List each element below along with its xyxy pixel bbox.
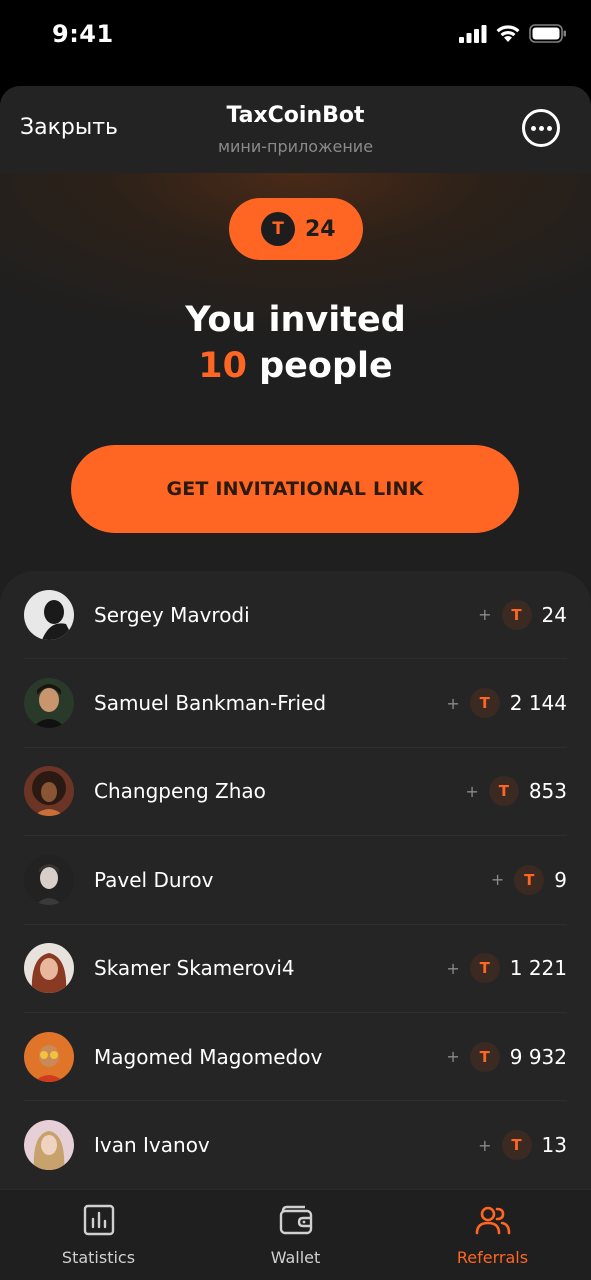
referral-row[interactable]: Changpeng Zhao + T 853 [24,748,567,837]
referral-row[interactable]: Sergey Mavrodi + T 24 [24,571,567,660]
invite-count-line: 10 people [0,346,591,386]
avatar [24,854,74,905]
mini-app-sheet: Закрыть TaxCoinBot мини-приложение T 24 … [0,86,591,1280]
tab-statistics[interactable]: Statistics [0,1190,197,1280]
wifi-icon [496,25,520,42]
referral-reward: + T 2 144 [446,688,567,719]
status-bar: 9:41 [0,0,591,86]
get-invitational-link-button[interactable]: GET INVITATIONAL LINK [71,445,519,533]
reward-amount: 9 932 [509,1044,567,1069]
avatar [24,1120,74,1171]
invite-button-label: GET INVITATIONAL LINK [166,478,424,500]
status-time: 9:41 [52,20,114,48]
tab-label: Statistics [61,1248,136,1267]
coin-icon: T [501,599,532,630]
plus-sign: + [446,958,460,978]
more-options-button[interactable] [522,109,560,147]
referral-row[interactable]: Samuel Bankman-Fried + T 2 144 [24,659,567,748]
plus-sign: + [446,693,460,713]
avatar [24,678,74,729]
referrals-list: Sergey Mavrodi + T 24 Samuel Bankman-Fri… [0,571,591,1280]
balance-badge: T 24 [229,198,363,260]
plus-sign: + [465,781,479,801]
coin-icon: T [469,688,500,719]
reward-amount: 24 [541,602,567,627]
users-icon [475,1202,511,1238]
referral-row[interactable]: Pavel Durov + T 9 [24,836,567,925]
avatar [24,1031,74,1082]
invite-people-label: people [259,346,393,386]
referral-reward: + T 9 932 [446,1041,567,1072]
invite-count: 10 [198,346,247,386]
wallet-icon [278,1202,314,1238]
referral-name: Ivan Ivanov [94,1133,210,1158]
chart-icon [81,1202,117,1238]
tab-label: Referrals [456,1248,529,1267]
battery-icon [529,24,566,43]
coin-icon: T [261,212,295,246]
referral-name: Skamer Skamerovi4 [94,956,295,981]
reward-amount: 13 [541,1133,567,1158]
referral-reward: + T 853 [465,776,567,807]
status-icons [459,24,567,43]
referral-row[interactable]: Ivan Ivanov + T 13 [24,1101,567,1190]
tab-referrals[interactable]: Referrals [394,1190,591,1280]
app-header: Закрыть TaxCoinBot мини-приложение [0,86,591,173]
bottom-tab-bar: Statistics Wallet Referrals [0,1189,591,1280]
referral-name: Samuel Bankman-Fried [94,691,327,716]
plus-sign: + [446,1047,460,1067]
referral-reward: + T 1 221 [446,953,567,984]
avatar [24,766,74,817]
tab-label: Wallet [270,1248,321,1267]
referral-reward: + T 13 [478,1130,567,1161]
referral-reward: + T 9 [490,864,567,895]
reward-amount: 853 [528,779,567,804]
referral-name: Magomed Magomedov [94,1044,323,1069]
plus-sign: + [478,1135,492,1155]
plus-sign: + [490,870,505,890]
referral-row[interactable]: Magomed Magomedov + T 9 932 [24,1013,567,1102]
coin-icon: T [488,776,519,807]
referral-row[interactable]: Skamer Skamerovi4 + T 1 221 [24,925,567,1013]
avatar [24,943,74,994]
balance-value: 24 [305,216,336,242]
referral-reward: + T 24 [478,599,567,630]
avatar [24,589,74,640]
reward-amount: 2 144 [509,691,567,716]
referral-name: Pavel Durov [94,867,214,892]
signal-icon [459,24,487,43]
plus-sign: + [478,605,492,625]
bot-subtitle: мини-приложение [217,137,374,156]
bot-title: TaxCoinBot [226,103,365,128]
reward-amount: 1 221 [509,956,567,981]
referral-name: Sergey Mavrodi [94,602,250,627]
tab-wallet[interactable]: Wallet [197,1190,394,1280]
reward-amount: 9 [554,867,567,892]
more-dots-icon [530,125,536,131]
coin-icon: T [514,864,545,895]
coin-icon: T [501,1130,532,1161]
coin-icon: T [469,1041,500,1072]
invite-heading: You invited [185,300,406,340]
referral-name: Changpeng Zhao [94,779,266,804]
coin-icon: T [469,953,500,984]
